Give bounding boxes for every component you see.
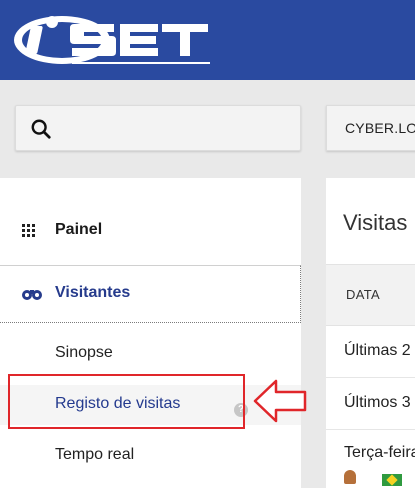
table-cell: Últimos 3 [344,394,411,411]
table-row[interactable]: Terça-feira [326,430,415,488]
main-panel: Visitas DATA Últimas 2 Últimos 3 Terça-f… [326,178,415,488]
sidebar-subitem-tempo-real[interactable]: Tempo real [0,436,301,476]
table-row[interactable]: Últimas 2 [326,326,415,378]
store-selector[interactable]: CYBER.LOJA [326,105,415,151]
sidebar-item-painel[interactable]: Painel [0,206,301,256]
page-title: Visitas [343,210,408,235]
sidebar-item-label: Painel [55,221,103,238]
iset-logo[interactable] [12,12,212,68]
table-cell: Terça-feira [344,444,415,461]
sidebar-subitem-label: Sinopse [55,344,113,361]
table-header: DATA [326,264,415,326]
annotation-arrow-icon [253,379,307,423]
sidebar-item-label: Visitantes [55,284,131,301]
table-cell: Últimas 2 [344,342,411,359]
table-row[interactable]: Últimos 3 [326,378,415,430]
help-icon[interactable]: ? [234,403,248,417]
store-selector-label: CYBER.LOJA [345,120,415,136]
sidebar: Painel Visitantes Sinopse Registo de vis… [0,178,301,488]
search-input[interactable] [15,105,301,151]
sidebar-subitem-label: Tempo real [55,446,135,463]
binoculars-icon [22,290,42,300]
column-header-data[interactable]: DATA [346,287,380,302]
search-icon[interactable] [30,118,52,140]
sidebar-subitem-label: Registo de visitas [55,395,181,412]
sidebar-subitem-sinopse[interactable]: Sinopse [0,334,301,374]
user-icon [344,470,356,484]
top-header-bar [0,0,415,80]
sidebar-item-visitantes[interactable]: Visitantes [0,265,301,323]
brazil-flag-icon [382,474,402,486]
grid-icon [22,224,35,237]
